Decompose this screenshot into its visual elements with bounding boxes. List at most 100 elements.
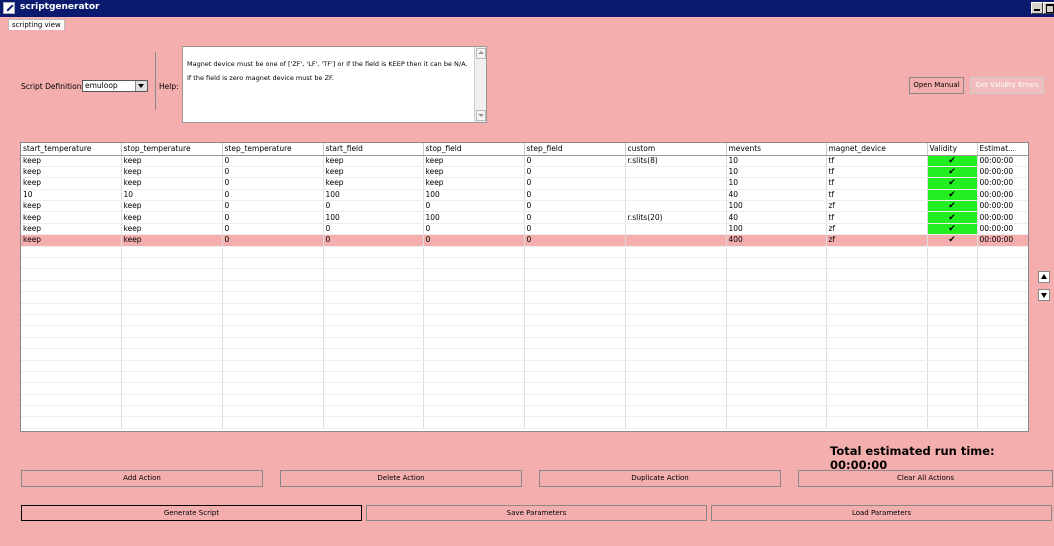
table-cell[interactable]: 0 — [323, 234, 424, 247]
empty-cell[interactable] — [977, 246, 1028, 259]
table-cell[interactable]: 0 — [222, 211, 324, 224]
table-cell[interactable]: 0 — [524, 166, 626, 179]
table-cell[interactable]: keep — [21, 234, 122, 247]
load-parameters-button[interactable]: Load Parameters — [711, 505, 1052, 521]
empty-cell[interactable] — [423, 291, 525, 304]
column-header[interactable]: Validity — [927, 143, 978, 156]
empty-cell[interactable] — [21, 371, 122, 384]
empty-cell[interactable] — [826, 371, 928, 384]
get-validity-errors-button[interactable]: Get Validity Errors — [970, 77, 1044, 94]
table-cell[interactable]: 0 — [423, 234, 525, 247]
empty-cell[interactable] — [423, 325, 525, 338]
empty-cell[interactable] — [826, 416, 928, 429]
empty-cell[interactable] — [524, 405, 626, 418]
empty-cell[interactable] — [625, 257, 727, 270]
table-cell[interactable]: keep — [121, 177, 223, 190]
table-cell[interactable] — [625, 189, 727, 202]
empty-cell[interactable] — [726, 325, 827, 338]
table-cell[interactable]: 0 — [323, 223, 424, 236]
move-up-icon[interactable] — [1038, 271, 1050, 283]
table-cell[interactable]: 0 — [222, 166, 324, 179]
table-cell[interactable]: zf — [826, 223, 928, 236]
column-header[interactable]: start_field — [323, 143, 424, 156]
empty-cell[interactable] — [524, 314, 626, 327]
table-cell[interactable]: keep — [121, 234, 223, 247]
empty-cell[interactable] — [726, 337, 827, 350]
empty-cell[interactable] — [726, 371, 827, 384]
table-cell[interactable]: tf — [826, 189, 928, 202]
table-cell[interactable]: 0 — [524, 177, 626, 190]
empty-cell[interactable] — [625, 246, 727, 259]
empty-cell[interactable] — [977, 382, 1028, 395]
table-row[interactable] — [21, 337, 1028, 350]
empty-cell[interactable] — [423, 394, 525, 407]
empty-cell[interactable] — [323, 268, 424, 281]
validity-cell[interactable]: ✔ — [927, 200, 978, 213]
empty-cell[interactable] — [323, 291, 424, 304]
empty-cell[interactable] — [21, 291, 122, 304]
table-cell[interactable]: 40 — [726, 189, 827, 202]
table-row[interactable] — [21, 371, 1028, 384]
empty-cell[interactable] — [121, 394, 223, 407]
empty-cell[interactable] — [726, 405, 827, 418]
empty-cell[interactable] — [222, 246, 324, 259]
empty-cell[interactable] — [323, 405, 424, 418]
empty-cell[interactable] — [524, 257, 626, 270]
validity-cell[interactable]: ✔ — [927, 155, 978, 167]
empty-cell[interactable] — [121, 416, 223, 429]
table-cell[interactable]: keep — [21, 200, 122, 213]
empty-cell[interactable] — [222, 416, 324, 429]
empty-cell[interactable] — [726, 382, 827, 395]
empty-cell[interactable] — [726, 314, 827, 327]
empty-cell[interactable] — [524, 394, 626, 407]
table-cell[interactable] — [625, 223, 727, 236]
empty-cell[interactable] — [826, 280, 928, 293]
table-cell[interactable]: r.slits(8) — [625, 155, 727, 167]
empty-cell[interactable] — [625, 394, 727, 407]
empty-cell[interactable] — [121, 337, 223, 350]
table-cell[interactable]: 00:00:00 — [977, 155, 1028, 167]
empty-cell[interactable] — [323, 280, 424, 293]
table-cell[interactable]: 0 — [524, 223, 626, 236]
table-cell[interactable]: keep — [323, 155, 424, 167]
empty-cell[interactable] — [323, 337, 424, 350]
empty-cell[interactable] — [726, 268, 827, 281]
table-cell[interactable]: 100 — [323, 211, 424, 224]
empty-cell[interactable] — [726, 303, 827, 315]
table-cell[interactable]: tf — [826, 155, 928, 167]
table-row[interactable]: keep keep 0 keep keep 0 10 tf ✔ 00:00:00 — [21, 166, 1028, 179]
table-row[interactable] — [21, 280, 1028, 293]
table-cell[interactable]: 0 — [222, 177, 324, 190]
empty-cell[interactable] — [625, 348, 727, 361]
empty-cell[interactable] — [323, 371, 424, 384]
empty-cell[interactable] — [625, 325, 727, 338]
table-cell[interactable] — [625, 177, 727, 190]
empty-cell[interactable] — [423, 360, 525, 372]
empty-cell[interactable] — [222, 337, 324, 350]
empty-cell[interactable] — [423, 257, 525, 270]
empty-cell[interactable] — [121, 405, 223, 418]
empty-cell[interactable] — [726, 257, 827, 270]
script-definition-select[interactable]: emuloop — [82, 80, 148, 92]
table-cell[interactable]: 100 — [423, 189, 525, 202]
table-cell[interactable]: 10 — [726, 166, 827, 179]
table-row[interactable]: keep keep 0 0 0 0 400 zf ✔ 00:00:00 — [21, 234, 1028, 247]
column-header[interactable]: mevents — [726, 143, 827, 156]
column-header[interactable]: step_temperature — [222, 143, 324, 156]
scroll-down-icon[interactable] — [476, 110, 486, 121]
empty-cell[interactable] — [121, 371, 223, 384]
table-cell[interactable]: 0 — [524, 200, 626, 213]
empty-cell[interactable] — [323, 325, 424, 338]
empty-cell[interactable] — [726, 246, 827, 259]
table-row[interactable] — [21, 303, 1028, 315]
table-cell[interactable]: 0 — [222, 200, 324, 213]
empty-cell[interactable] — [222, 325, 324, 338]
empty-cell[interactable] — [121, 314, 223, 327]
table-cell[interactable]: keep — [323, 177, 424, 190]
empty-cell[interactable] — [977, 337, 1028, 350]
column-header[interactable]: start_temperature — [21, 143, 122, 156]
table-row[interactable]: keep keep 0 keep keep 0 r.slits(8) 10 tf ✔ 00:00:0… — [21, 155, 1028, 167]
empty-cell[interactable] — [977, 303, 1028, 315]
empty-cell[interactable] — [826, 314, 928, 327]
table-row[interactable]: 10 10 0 100 100 0 40 tf ✔ 00:00:00 — [21, 189, 1028, 202]
